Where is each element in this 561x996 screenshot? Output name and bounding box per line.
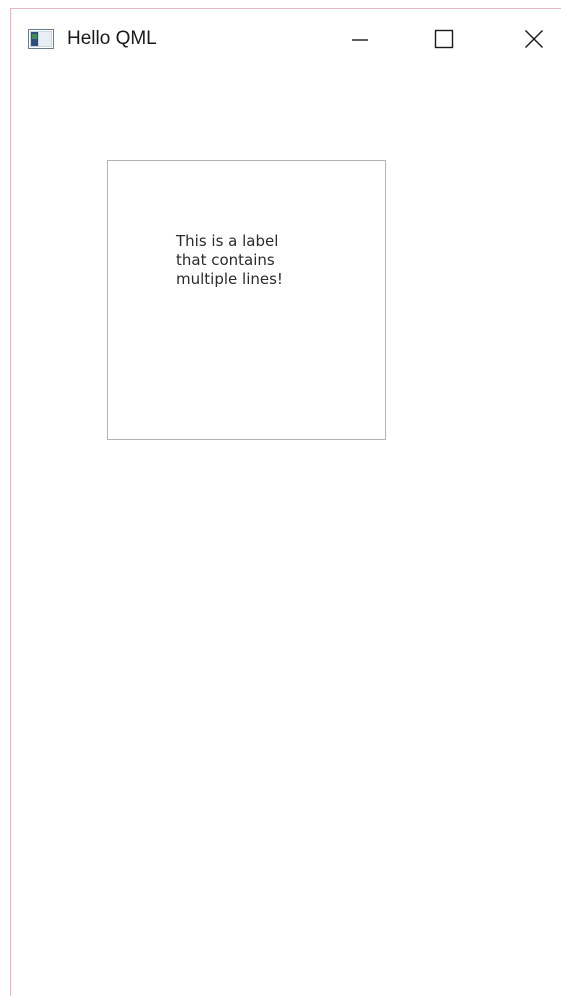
close-button[interactable] [511,19,557,59]
minimize-button[interactable] [337,19,383,59]
label-frame: This is a label that contains multiple l… [107,160,386,440]
maximize-icon [434,29,454,49]
multiline-label: This is a label that contains multiple l… [176,232,283,288]
app-window: Hello QML This is a label that contains … [10,8,561,996]
app-icon[interactable] [28,29,54,49]
window-title: Hello QML [67,28,157,49]
maximize-button[interactable] [421,19,467,59]
close-icon [525,30,543,48]
minimize-icon [352,39,368,41]
title-bar[interactable]: Hello QML [11,9,561,71]
